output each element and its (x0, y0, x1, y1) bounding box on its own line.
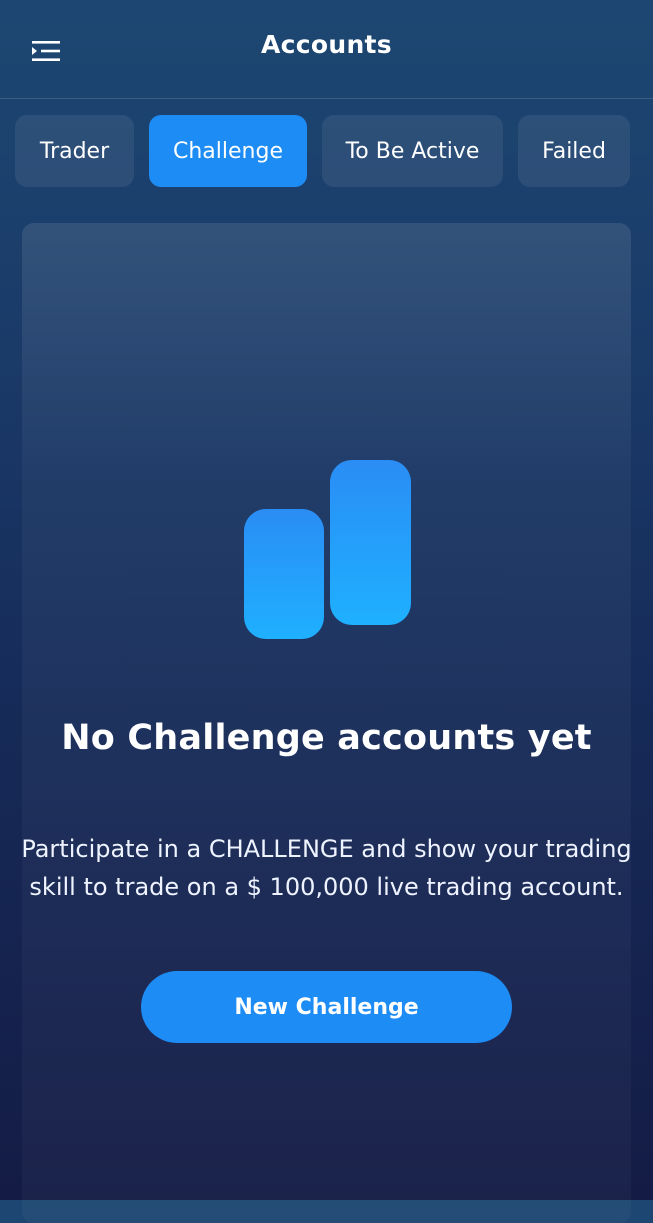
bar-chart-icon-right-bar (330, 460, 411, 625)
tab-challenge[interactable]: Challenge (149, 115, 307, 187)
new-challenge-button[interactable]: New Challenge (141, 971, 512, 1043)
tab-to-be-active[interactable]: To Be Active (322, 115, 503, 187)
empty-state-description: Participate in a CHALLENGE and show your… (21, 835, 632, 901)
bar-chart-icon-left-bar (244, 509, 324, 639)
tab-trader[interactable]: Trader (15, 115, 134, 187)
empty-state-title: No Challenge accounts yet (61, 718, 592, 758)
tab-failed[interactable]: Failed (518, 115, 630, 187)
page-title: Accounts (261, 30, 392, 59)
app-header: Accounts (0, 0, 653, 99)
